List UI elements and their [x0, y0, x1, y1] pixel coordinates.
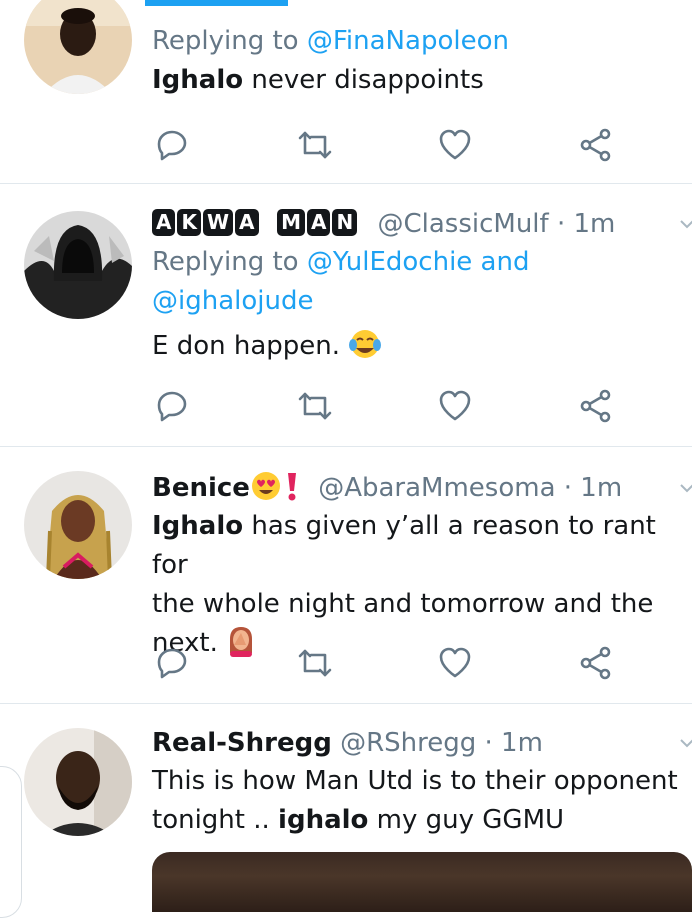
timestamp[interactable]: · 1m	[557, 209, 615, 239]
like-icon[interactable]	[435, 125, 475, 165]
share-icon[interactable]	[576, 643, 616, 683]
chevron-down-icon[interactable]	[678, 734, 692, 752]
tweet-2[interactable]: AKWA MAN @ClassicMulf · 1m Replying to @…	[0, 184, 692, 447]
user-handle[interactable]: @ClassicMulf	[377, 209, 548, 239]
retweet-icon[interactable]	[295, 643, 335, 683]
timestamp[interactable]: · 1m	[485, 728, 543, 758]
retweet-icon[interactable]	[295, 386, 335, 426]
reply-icon[interactable]	[152, 386, 192, 426]
avatar[interactable]	[24, 728, 132, 836]
user-handle[interactable]: @AbaraMmesoma	[318, 473, 555, 503]
like-icon[interactable]	[435, 386, 475, 426]
tweet-actions	[152, 643, 622, 683]
mention-link[interactable]: @FinaNapoleon	[307, 26, 509, 56]
tweet-text: Ighalo has given y’all a reason to rant …	[152, 511, 656, 658]
retweet-icon[interactable]	[295, 125, 335, 165]
display-name[interactable]: Benice	[152, 473, 250, 503]
mention-link[interactable]: @YulEdochie and	[307, 247, 530, 277]
user-handle[interactable]: @RShregg	[340, 728, 476, 758]
avatar[interactable]	[24, 471, 132, 579]
chevron-down-icon[interactable]	[678, 479, 692, 497]
red-exclamation-icon	[287, 473, 296, 501]
reply-icon[interactable]	[152, 643, 192, 683]
tweet-actions	[152, 125, 622, 165]
tweet-media-image[interactable]	[152, 852, 692, 912]
tweet-actions	[152, 386, 622, 426]
tweet-text: Ighalo never disappoints	[152, 65, 484, 95]
replying-to-line: Replying to @FinaNapoleon	[152, 26, 509, 56]
avatar[interactable]	[24, 211, 132, 319]
display-name[interactable]: Real-Shregg	[152, 728, 332, 758]
avatar[interactable]	[24, 0, 132, 94]
face-with-tears-of-joy-icon	[349, 330, 382, 358]
display-name[interactable]: AKWA MAN	[152, 209, 367, 239]
mention-link[interactable]: @ighalojude	[152, 286, 313, 316]
tweet-1[interactable]: Replying to @FinaNapoleon Ighalo never d…	[0, 0, 692, 184]
heart-eyes-icon	[251, 472, 280, 500]
tweet-header: Benice @AbaraMmesoma · 1m	[152, 469, 692, 507]
share-icon[interactable]	[576, 386, 616, 426]
tweet-header: Real-Shregg @RShregg · 1m	[152, 724, 692, 762]
chevron-down-icon[interactable]	[678, 215, 692, 233]
tweet-text: This is how Man Utd is to their opponent…	[152, 766, 678, 835]
tweet-header: AKWA MAN @ClassicMulf · 1m	[152, 205, 692, 243]
timestamp[interactable]: · 1m	[564, 473, 622, 503]
tweet-3[interactable]: Benice @AbaraMmesoma · 1m Ighalo has giv…	[0, 447, 692, 704]
share-icon[interactable]	[576, 125, 616, 165]
like-icon[interactable]	[435, 643, 475, 683]
floating-panel-edge	[0, 766, 22, 918]
reply-icon[interactable]	[152, 125, 192, 165]
replying-to-line: Replying to @YulEdochie and @ighalojude	[152, 247, 530, 316]
tweet-text: E don happen.	[152, 327, 684, 366]
